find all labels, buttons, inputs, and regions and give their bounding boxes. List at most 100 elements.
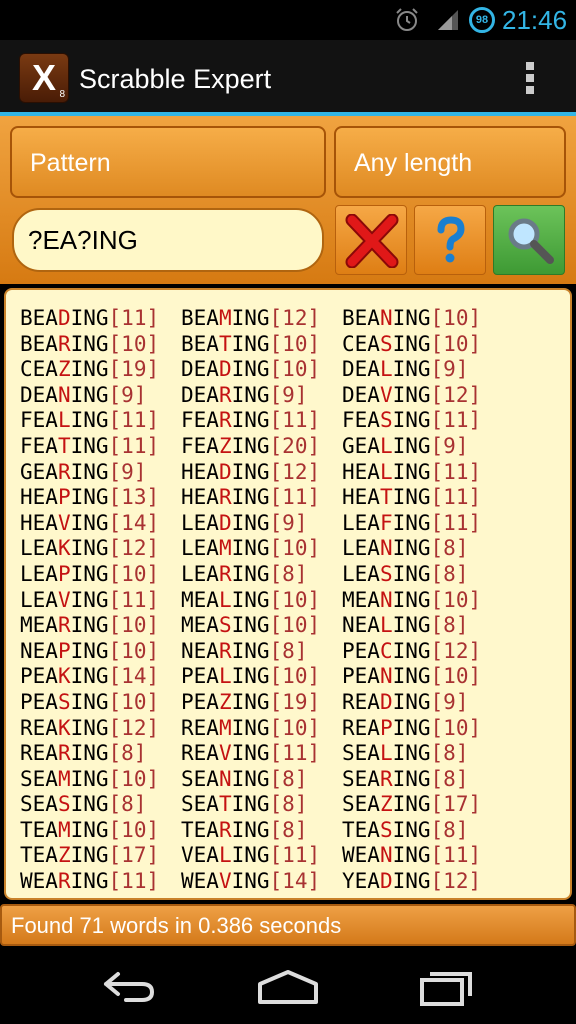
result-word[interactable]: LEASING[8] bbox=[342, 562, 502, 588]
overflow-menu-icon[interactable] bbox=[520, 60, 540, 96]
app-icon[interactable]: X 8 bbox=[20, 54, 68, 102]
question-mark-icon bbox=[437, 216, 465, 263]
result-word[interactable]: HEAVING[14] bbox=[20, 511, 181, 537]
result-word[interactable]: FEAZING[20] bbox=[181, 434, 342, 460]
word-suffix: ING bbox=[70, 766, 109, 791]
word-score: [11] bbox=[430, 408, 482, 433]
result-word[interactable]: VEALING[11] bbox=[181, 843, 342, 869]
word-prefix: LEA bbox=[20, 561, 58, 586]
result-word[interactable]: SEARING[8] bbox=[342, 767, 502, 793]
result-word[interactable]: HEAPING[13] bbox=[20, 485, 181, 511]
result-word[interactable]: SEALING[8] bbox=[342, 741, 502, 767]
result-word[interactable]: SEASING[8] bbox=[20, 792, 181, 818]
result-word[interactable]: BEADING[11] bbox=[20, 306, 181, 332]
result-word[interactable]: PEANING[10] bbox=[342, 664, 502, 690]
wildcard-letter: T bbox=[218, 792, 232, 817]
search-button[interactable] bbox=[493, 205, 565, 275]
result-word[interactable]: DEAVING[12] bbox=[342, 383, 502, 409]
app-title: Scrabble Expert bbox=[79, 64, 272, 94]
word-suffix: ING bbox=[231, 357, 270, 382]
result-word[interactable]: BEAMING[12] bbox=[181, 306, 342, 332]
result-word[interactable]: DEALING[9] bbox=[342, 357, 502, 383]
result-word[interactable]: LEANING[8] bbox=[342, 536, 502, 562]
result-word[interactable]: TEAZING[17] bbox=[20, 843, 181, 869]
result-word[interactable]: LEAVING[11] bbox=[20, 588, 181, 614]
word-suffix: ING bbox=[231, 306, 270, 330]
result-word[interactable]: MEASING[10] bbox=[181, 613, 342, 639]
result-word[interactable]: TEAMING[10] bbox=[20, 818, 181, 844]
result-word[interactable]: NEARING[8] bbox=[181, 639, 342, 665]
search-mode-button[interactable]: Pattern bbox=[10, 126, 326, 198]
wildcard-letter: V bbox=[218, 741, 232, 766]
result-word[interactable]: REAMING[10] bbox=[181, 716, 342, 742]
result-word[interactable]: LEAFING[11] bbox=[342, 511, 502, 537]
result-word[interactable]: TEARING[8] bbox=[181, 818, 342, 844]
result-word[interactable]: NEAPING[10] bbox=[20, 639, 181, 665]
result-word[interactable]: LEADING[9] bbox=[181, 511, 342, 537]
result-word[interactable]: SEAZING[17] bbox=[342, 792, 502, 818]
back-icon[interactable] bbox=[96, 964, 160, 1008]
result-word[interactable]: WEAVING[14] bbox=[181, 869, 342, 895]
result-word[interactable]: HEALING[11] bbox=[342, 460, 502, 486]
result-word[interactable]: YEADING[12] bbox=[342, 869, 502, 895]
result-word[interactable]: LEAPING[10] bbox=[20, 562, 181, 588]
result-word[interactable]: PEAKING[14] bbox=[20, 664, 181, 690]
result-word[interactable]: GEARING[9] bbox=[20, 460, 181, 486]
result-word[interactable]: BEARING[10] bbox=[20, 332, 181, 358]
result-word[interactable]: LEAKING[12] bbox=[20, 536, 181, 562]
result-word[interactable]: BEANING[10] bbox=[342, 306, 502, 332]
result-word[interactable]: DEANING[9] bbox=[20, 383, 181, 409]
result-word[interactable]: REAKING[12] bbox=[20, 716, 181, 742]
result-word[interactable]: PEACING[12] bbox=[342, 639, 502, 665]
result-word[interactable]: PEAZING[19] bbox=[181, 690, 342, 716]
result-word[interactable]: MEALING[10] bbox=[181, 588, 342, 614]
result-word[interactable]: CEAZING[19] bbox=[20, 357, 181, 383]
result-word[interactable]: NEALING[8] bbox=[342, 613, 502, 639]
clear-button[interactable] bbox=[335, 205, 407, 275]
result-word[interactable]: SEANING[8] bbox=[181, 767, 342, 793]
help-button[interactable] bbox=[414, 205, 486, 275]
wildcard-letter: N bbox=[379, 536, 393, 561]
home-icon[interactable] bbox=[256, 964, 320, 1008]
result-word[interactable]: TEASING[8] bbox=[342, 818, 502, 844]
result-word[interactable]: BEATING[10] bbox=[181, 332, 342, 358]
word-prefix: FEA bbox=[181, 408, 219, 433]
result-word[interactable]: SEAMING[10] bbox=[20, 767, 181, 793]
result-word[interactable]: LEARING[8] bbox=[181, 562, 342, 588]
result-word[interactable]: FEATING[11] bbox=[20, 434, 181, 460]
result-word[interactable]: READING[9] bbox=[342, 690, 502, 716]
result-word[interactable]: PEASING[10] bbox=[20, 690, 181, 716]
result-word[interactable]: WEANING[11] bbox=[342, 843, 502, 869]
word-score: [8] bbox=[430, 817, 469, 842]
word-length-button[interactable]: Any length bbox=[334, 126, 566, 198]
result-word[interactable]: LEAMING[10] bbox=[181, 536, 342, 562]
result-word[interactable]: FEALING[11] bbox=[20, 408, 181, 434]
result-word[interactable]: PEALING[10] bbox=[181, 664, 342, 690]
word-score: [10] bbox=[108, 638, 160, 663]
result-word[interactable]: REARING[8] bbox=[20, 741, 181, 767]
recent-apps-icon[interactable] bbox=[416, 964, 480, 1008]
result-word[interactable]: HEARING[11] bbox=[181, 485, 342, 511]
result-word[interactable]: MEARING[10] bbox=[20, 613, 181, 639]
result-word[interactable]: FEASING[11] bbox=[342, 408, 502, 434]
result-word[interactable]: DEADING[10] bbox=[181, 357, 342, 383]
result-word[interactable]: MEANING[10] bbox=[342, 588, 502, 614]
word-score: [11] bbox=[430, 843, 482, 868]
result-word[interactable]: REAVING[11] bbox=[181, 741, 342, 767]
word-suffix: ING bbox=[392, 613, 431, 638]
result-word[interactable]: HEADING[12] bbox=[181, 460, 342, 486]
results-list[interactable]: BEADING[11] BEAMING[12] BEANING[10] BEARING… bbox=[4, 288, 572, 900]
wildcard-letter: P bbox=[57, 638, 71, 663]
result-word[interactable]: DEARING[9] bbox=[181, 383, 342, 409]
result-word[interactable]: WEARING[11] bbox=[20, 869, 181, 895]
word-score: [20] bbox=[269, 433, 321, 458]
result-word[interactable]: HEATING[11] bbox=[342, 485, 502, 511]
result-word[interactable]: REAPING[10] bbox=[342, 716, 502, 742]
result-word[interactable]: CEASING[10] bbox=[342, 332, 502, 358]
result-word[interactable]: SEATING[8] bbox=[181, 792, 342, 818]
word-score: [10] bbox=[108, 766, 160, 791]
pattern-input[interactable] bbox=[12, 208, 324, 272]
result-word[interactable]: GEALING[9] bbox=[342, 434, 502, 460]
word-prefix: PEA bbox=[342, 664, 380, 689]
result-word[interactable]: FEARING[11] bbox=[181, 408, 342, 434]
